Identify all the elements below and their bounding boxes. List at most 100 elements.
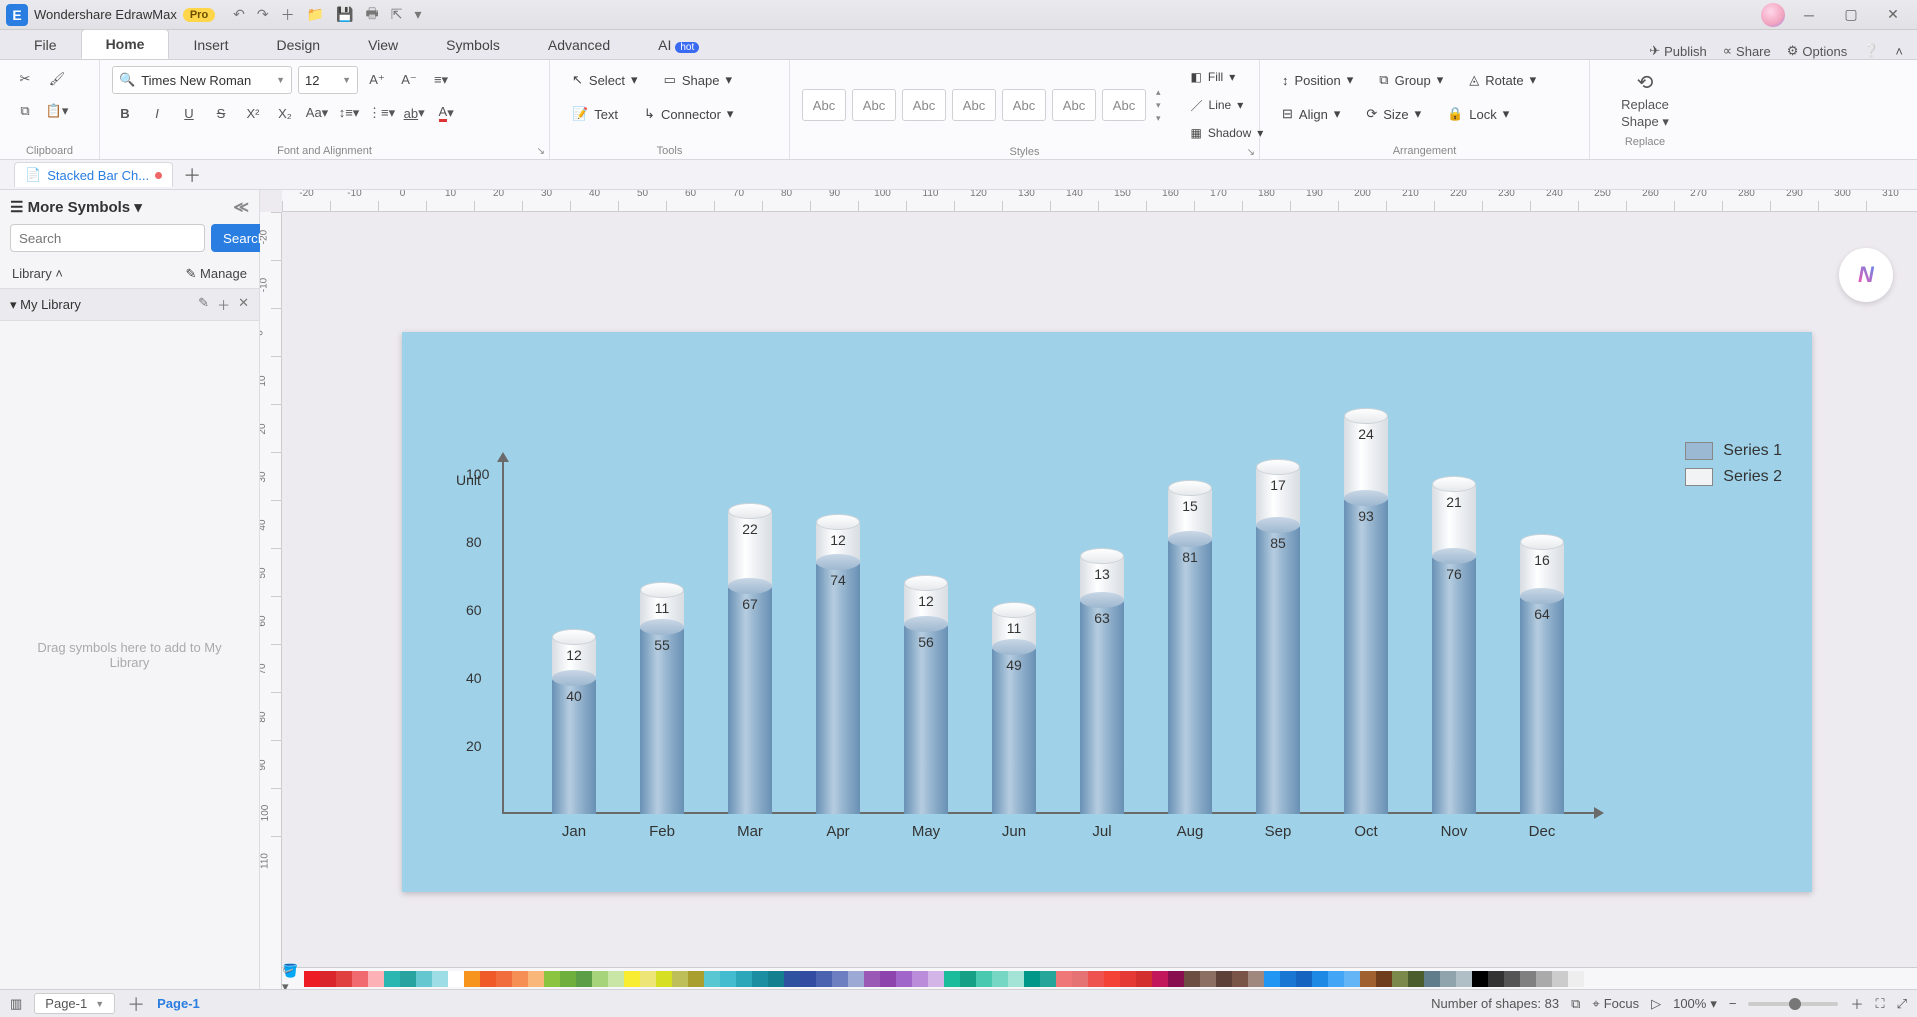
color-swatch[interactable]: [1264, 971, 1280, 987]
gallery-down-icon[interactable]: ▾: [1156, 100, 1161, 111]
color-swatch[interactable]: [880, 971, 896, 987]
color-swatch[interactable]: [336, 971, 352, 987]
color-swatch[interactable]: [1408, 971, 1424, 987]
color-swatch[interactable]: [656, 971, 672, 987]
color-swatch[interactable]: [528, 971, 544, 987]
collapse-ribbon-icon[interactable]: ˄: [1895, 44, 1903, 59]
color-swatch[interactable]: [1184, 971, 1200, 987]
change-case-icon[interactable]: Aa▾: [304, 100, 330, 126]
bar-column[interactable]: 1149: [992, 610, 1036, 814]
dialog-launcher-icon[interactable]: ↘: [537, 146, 545, 157]
tab-advanced[interactable]: Advanced: [524, 31, 634, 59]
gallery-more-icon[interactable]: ▾: [1156, 113, 1161, 124]
bar-column[interactable]: 2493: [1344, 416, 1388, 814]
tab-view[interactable]: View: [344, 31, 422, 59]
text-tool[interactable]: 📝 Text: [562, 100, 628, 128]
new-icon[interactable]: ＋: [281, 5, 295, 25]
color-swatch[interactable]: [1488, 971, 1504, 987]
bar-column[interactable]: 1155: [640, 590, 684, 814]
color-swatch[interactable]: [1376, 971, 1392, 987]
style-preset[interactable]: Abc: [952, 89, 996, 121]
color-swatch[interactable]: [416, 971, 432, 987]
color-swatch[interactable]: [1200, 971, 1216, 987]
group-button[interactable]: ⧉ Group ▾: [1369, 66, 1453, 94]
fill-bucket-icon[interactable]: 🪣▾: [282, 968, 304, 990]
style-preset[interactable]: Abc: [1102, 89, 1146, 121]
bar-column[interactable]: 1363: [1080, 556, 1124, 814]
zoom-out-button[interactable]: −: [1729, 996, 1737, 1011]
color-swatch[interactable]: [752, 971, 768, 987]
color-swatch[interactable]: [592, 971, 608, 987]
tab-file[interactable]: File: [10, 31, 81, 59]
bar-column[interactable]: 1785: [1256, 467, 1300, 814]
qat-more-icon[interactable]: ▾: [414, 6, 421, 23]
lib-close-icon[interactable]: ✕: [238, 295, 249, 314]
replace-shape-button[interactable]: ⟲ Replace Shape ▾: [1602, 66, 1688, 134]
color-swatch[interactable]: [1472, 971, 1488, 987]
style-gallery[interactable]: Abc Abc Abc Abc Abc Abc Abc: [802, 89, 1146, 121]
color-swatch[interactable]: [864, 971, 880, 987]
undo-icon[interactable]: ↶: [233, 6, 245, 23]
font-family-select[interactable]: 🔍Times New Roman▼: [112, 66, 292, 94]
color-swatch[interactable]: [848, 971, 864, 987]
color-swatch[interactable]: [1568, 971, 1584, 987]
bold-icon[interactable]: B: [112, 100, 138, 126]
avatar[interactable]: [1761, 3, 1785, 27]
fit-page-icon[interactable]: ⛶: [1875, 996, 1884, 1012]
page-select[interactable]: Page-1▼: [34, 993, 115, 1014]
color-swatch[interactable]: [448, 971, 464, 987]
fullscreen-icon[interactable]: ⤢: [1897, 996, 1907, 1012]
color-swatch[interactable]: [944, 971, 960, 987]
color-swatch[interactable]: [784, 971, 800, 987]
color-swatch[interactable]: [1136, 971, 1152, 987]
color-swatch[interactable]: [1104, 971, 1120, 987]
style-preset[interactable]: Abc: [902, 89, 946, 121]
color-swatch[interactable]: [352, 971, 368, 987]
canvas[interactable]: Unit100806040201240Jan1155Feb2267Mar1274…: [282, 212, 1917, 967]
color-swatch[interactable]: [640, 971, 656, 987]
color-swatch[interactable]: [1072, 971, 1088, 987]
connector-tool[interactable]: ↳ Connector ▾: [634, 100, 743, 128]
redo-icon[interactable]: ↷: [257, 6, 269, 23]
color-swatch[interactable]: [624, 971, 640, 987]
align-text-icon[interactable]: ≡▾: [428, 67, 454, 93]
print-icon[interactable]: 🖶: [366, 3, 379, 27]
tab-insert[interactable]: Insert: [169, 31, 252, 59]
collapse-panel-icon[interactable]: ≪: [233, 198, 249, 216]
color-swatch[interactable]: [736, 971, 752, 987]
color-swatch[interactable]: [1296, 971, 1312, 987]
color-swatch[interactable]: [1232, 971, 1248, 987]
open-icon[interactable]: 📁: [307, 6, 324, 23]
page[interactable]: Unit100806040201240Jan1155Feb2267Mar1274…: [402, 332, 1812, 892]
library-dropdown[interactable]: Library ˄: [12, 266, 63, 282]
underline-icon[interactable]: U: [176, 100, 202, 126]
mylibrary-header[interactable]: ▾ My Library: [10, 297, 81, 313]
shape-tool[interactable]: ▭ Shape ▾: [654, 66, 742, 94]
color-swatch[interactable]: [720, 971, 736, 987]
color-swatch[interactable]: [496, 971, 512, 987]
export-icon[interactable]: ⇱: [391, 6, 403, 23]
style-preset[interactable]: Abc: [802, 89, 846, 121]
dialog-launcher-icon[interactable]: ↘: [1247, 147, 1255, 158]
select-tool[interactable]: ↖ Select ▾: [562, 66, 648, 94]
color-swatch[interactable]: [1520, 971, 1536, 987]
close-button[interactable]: ✕: [1875, 6, 1911, 23]
format-painter-icon[interactable]: 🖌: [44, 66, 70, 92]
color-swatch[interactable]: [672, 971, 688, 987]
color-swatch[interactable]: [816, 971, 832, 987]
color-swatch[interactable]: [960, 971, 976, 987]
color-swatch[interactable]: [1328, 971, 1344, 987]
color-swatch[interactable]: [1392, 971, 1408, 987]
ai-assistant-button[interactable]: N: [1839, 248, 1893, 302]
color-swatch[interactable]: [608, 971, 624, 987]
bar-column[interactable]: 1664: [1520, 542, 1564, 814]
style-preset[interactable]: Abc: [852, 89, 896, 121]
add-page-button[interactable]: ＋: [127, 991, 145, 1017]
color-swatch[interactable]: [1312, 971, 1328, 987]
library-dropzone[interactable]: Drag symbols here to add to My Library: [0, 321, 259, 989]
italic-icon[interactable]: I: [144, 100, 170, 126]
superscript-icon[interactable]: X²: [240, 100, 266, 126]
bar-column[interactable]: 1581: [1168, 488, 1212, 814]
color-swatch[interactable]: [1440, 971, 1456, 987]
color-swatch[interactable]: [1552, 971, 1568, 987]
